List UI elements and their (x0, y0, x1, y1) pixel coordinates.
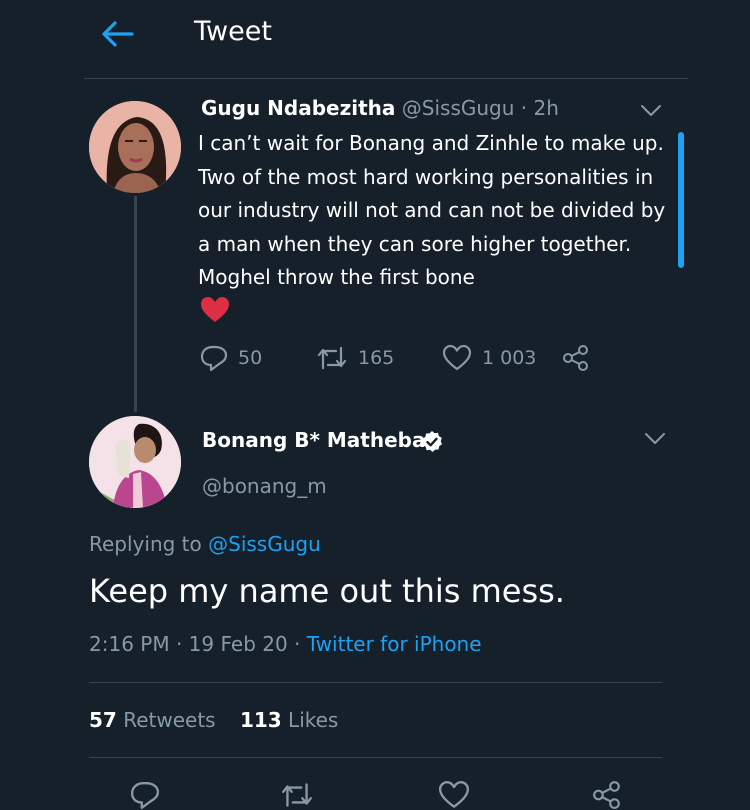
reply-icon (200, 345, 228, 372)
scrollbar-thumb[interactable] (678, 132, 684, 268)
date-separator: · (169, 632, 189, 656)
retweet-action[interactable]: 165 (316, 344, 394, 372)
heart-emoji-icon (201, 297, 229, 322)
tweet-source[interactable]: Twitter for iPhone (307, 632, 482, 656)
top-bar: Tweet (0, 0, 750, 79)
likes-count: 113 (239, 708, 282, 732)
thread-connector-line (134, 196, 137, 412)
quoted-author-name[interactable]: Gugu Ndabezitha (201, 96, 395, 120)
retweet-icon (317, 346, 347, 370)
quoted-tweet-header: Gugu Ndabezitha @SissGugu · 2h (201, 96, 559, 120)
quoted-tweet-actions: 50 165 1 003 (200, 344, 600, 380)
like-action[interactable]: 1 003 (442, 344, 536, 372)
header-separator: · (514, 96, 534, 120)
likes-stat[interactable]: 113 Likes (240, 708, 338, 732)
stats-divider-top (89, 682, 662, 683)
tweet-date[interactable]: 19 Feb 20 (189, 632, 288, 656)
share-icon (563, 345, 588, 371)
quoted-time[interactable]: 2h (533, 96, 558, 120)
retweets-count: 57 (89, 708, 117, 732)
quoted-author-handle[interactable]: @SissGugu (402, 96, 515, 120)
retweet-count: 165 (358, 347, 395, 369)
avatar-bonang[interactable] (89, 416, 181, 508)
like-icon[interactable] (438, 780, 470, 810)
like-count: 1 003 (482, 347, 537, 369)
header-divider (84, 78, 688, 79)
reply-icon[interactable] (130, 780, 160, 810)
reply-count: 50 (238, 347, 263, 369)
reply-action[interactable]: 50 (200, 344, 262, 372)
reply-author-handle[interactable]: @bonang_m (202, 474, 327, 498)
verified-icon (422, 431, 442, 452)
chevron-down-icon[interactable] (640, 104, 662, 118)
back-arrow-icon[interactable] (100, 20, 134, 48)
main-tweet-actions (0, 770, 750, 810)
likes-label: Likes (281, 708, 339, 732)
tweet-time[interactable]: 2:16 PM (89, 632, 170, 656)
chevron-down-icon[interactable] (644, 432, 666, 446)
engagement-stats: 57 Retweets 113 Likes (89, 708, 338, 732)
retweets-stat[interactable]: 57 Retweets (89, 708, 216, 732)
tweet-timestamp: 2:16 PM · 19 Feb 20 · Twitter for iPhone (89, 632, 482, 656)
like-icon (442, 344, 472, 371)
avatar-gugu[interactable] (89, 101, 181, 193)
share-action[interactable] (562, 344, 590, 372)
retweet-icon[interactable] (280, 780, 314, 810)
quoted-tweet-text: I can’t wait for Bonang and Zinhle to ma… (198, 131, 666, 289)
replying-prefix: Replying to (89, 532, 209, 556)
source-separator: · (287, 632, 307, 656)
share-icon[interactable] (592, 780, 622, 810)
reply-author-name[interactable]: Bonang B* Matheba (202, 428, 425, 452)
retweets-label: Retweets (116, 708, 216, 732)
main-tweet-text: Keep my name out this mess. (89, 572, 565, 610)
replying-to-line: Replying to @SissGugu (89, 532, 321, 556)
page-title: Tweet (194, 16, 272, 47)
stats-divider-bottom (89, 757, 662, 758)
replying-to-handle[interactable]: @SissGugu (208, 532, 321, 556)
